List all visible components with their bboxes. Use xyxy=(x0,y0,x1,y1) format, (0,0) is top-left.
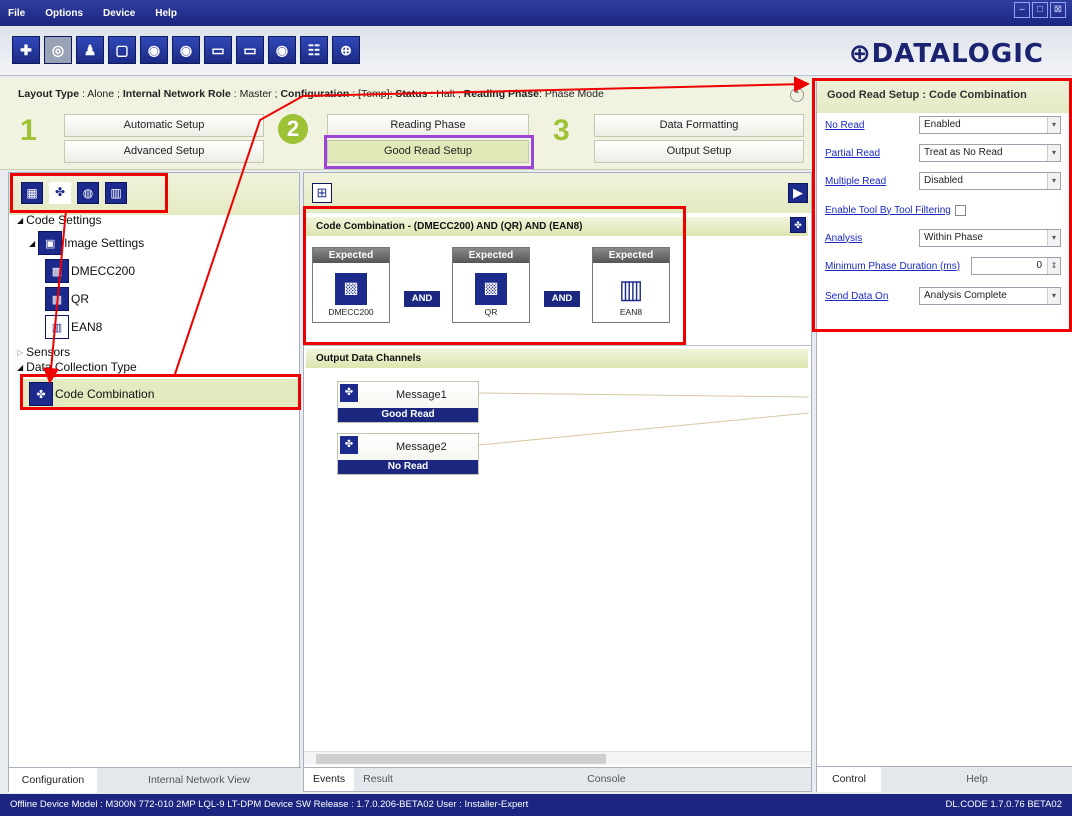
tab-console[interactable]: Console xyxy=(402,768,811,791)
data-formatting-button[interactable]: Data Formatting xyxy=(594,114,804,137)
workspace-tabs: Events Result Console xyxy=(304,767,811,791)
tree-qr[interactable]: ▩ QR xyxy=(45,287,89,311)
message2-title: Message2 xyxy=(396,441,447,453)
menu-bar: File Options Device Help – □ ⊠ xyxy=(0,0,1072,26)
configuration-panel: ▦ ✤ ◍ ▥ ◢ Code Settings ◢ ▣ Image Settings … xyxy=(8,172,301,793)
window-controls: – □ ⊠ xyxy=(1014,2,1066,18)
message2-trigger: No Read xyxy=(338,460,478,474)
message1-channel[interactable]: ✤ Message1 Good Read xyxy=(337,381,479,423)
monitor-icon[interactable]: ◉ xyxy=(268,36,296,64)
tab-help[interactable]: Help xyxy=(881,767,1072,792)
qr-code-icon: ▩ xyxy=(45,287,69,311)
channel-connectors xyxy=(479,392,809,446)
step1-number: 1 xyxy=(20,114,37,147)
tree-data-collection-type[interactable]: ◢ Data Collection Type xyxy=(17,360,137,374)
reading-phase-button[interactable]: Reading Phase xyxy=(327,114,529,137)
right-tabs: Control Help xyxy=(817,766,1072,792)
menu-help[interactable]: Help xyxy=(155,8,177,19)
barcode-icon: ▥ xyxy=(45,315,69,339)
tab-internal-network-view[interactable]: Internal Network View xyxy=(97,768,301,793)
app-version: DL.CODE 1.7.0.76 BETA02 xyxy=(945,799,1062,810)
menu-device[interactable]: Device xyxy=(103,8,135,19)
job-status-line: Layout Type : Alone ; Internal Network R… xyxy=(0,78,812,112)
annotation-properties-box xyxy=(812,78,1072,332)
automatic-setup-button[interactable]: Automatic Setup xyxy=(64,114,264,137)
step2-number: 2 xyxy=(278,114,308,144)
left-tabs: Configuration Internal Network View xyxy=(9,767,301,793)
play-icon[interactable]: ▶ xyxy=(788,183,808,203)
connect-icon[interactable]: ✚ xyxy=(12,36,40,64)
tree-sensors[interactable]: ▷ Sensors xyxy=(17,345,70,359)
close-button[interactable]: ⊠ xyxy=(1050,2,1066,18)
device-info: Offline Device Model : M300N 772-010 2MP… xyxy=(10,799,529,810)
tab-configuration[interactable]: Configuration xyxy=(9,768,97,793)
menu-file[interactable]: File xyxy=(8,8,25,19)
open-job-icon[interactable]: ◉ xyxy=(140,36,168,64)
message1-title: Message1 xyxy=(396,389,447,401)
toolbar: ✚ ◎ ♟ ▢ ◉ ◉ ▭ ▭ ◉ ☷ ⊕ ⊕DATALOGIC xyxy=(0,26,1072,76)
export-icon[interactable]: ▭ xyxy=(204,36,232,64)
camera-icon[interactable]: ◎ xyxy=(44,36,72,64)
combination-settings-icon[interactable]: ✤ xyxy=(790,217,806,233)
device-icon[interactable]: ▢ xyxy=(108,36,136,64)
horizontal-scrollbar[interactable] xyxy=(304,751,811,765)
image-settings-icon: ▣ xyxy=(38,231,63,255)
add-icon[interactable]: ⊞ xyxy=(312,183,332,203)
annotation-tree-box xyxy=(20,374,301,410)
message2-channel[interactable]: ✤ Message2 No Read xyxy=(337,433,479,475)
tree-image-settings[interactable]: ◢ ▣ Image Settings xyxy=(29,231,144,255)
section-divider xyxy=(304,345,811,346)
menu-options[interactable]: Options xyxy=(45,8,83,19)
message1-trigger: Good Read xyxy=(338,408,478,422)
datamatrix-icon: ▩ xyxy=(45,259,69,283)
tree-ean8[interactable]: ▥ EAN8 xyxy=(45,315,102,339)
tab-control[interactable]: Control xyxy=(817,767,881,792)
tree-code-settings[interactable]: ◢ Code Settings xyxy=(17,213,102,227)
tree-dmecc200[interactable]: ▩ DMECC200 xyxy=(45,259,135,283)
tab-events[interactable]: Events xyxy=(304,768,355,791)
settings-icon[interactable]: ☷ xyxy=(300,36,328,64)
status-bar: Offline Device Model : M300N 772-010 2MP… xyxy=(0,794,1072,816)
network-icon[interactable]: ⊕ xyxy=(332,36,360,64)
advanced-setup-button[interactable]: Advanced Setup xyxy=(64,140,264,163)
maximize-button[interactable]: □ xyxy=(1032,2,1048,18)
user-icon[interactable]: ♟ xyxy=(76,36,104,64)
annotation-combination-box xyxy=(303,206,686,345)
minimize-button[interactable]: – xyxy=(1014,2,1030,18)
annotation-toolbar-box xyxy=(10,173,168,213)
step3-number: 3 xyxy=(553,114,570,147)
scrollbar-thumb[interactable] xyxy=(316,754,606,764)
tab-result[interactable]: Result xyxy=(354,768,402,791)
annotation-good-read-box xyxy=(324,135,534,169)
collapse-icon[interactable]: ⌃ xyxy=(790,88,804,102)
output-setup-button[interactable]: Output Setup xyxy=(594,140,804,163)
import-icon[interactable]: ▭ xyxy=(236,36,264,64)
datalogic-logo: ⊕DATALOGIC xyxy=(848,39,1044,69)
output-data-channels-header: Output Data Channels xyxy=(306,349,808,368)
save-job-icon[interactable]: ◉ xyxy=(172,36,200,64)
